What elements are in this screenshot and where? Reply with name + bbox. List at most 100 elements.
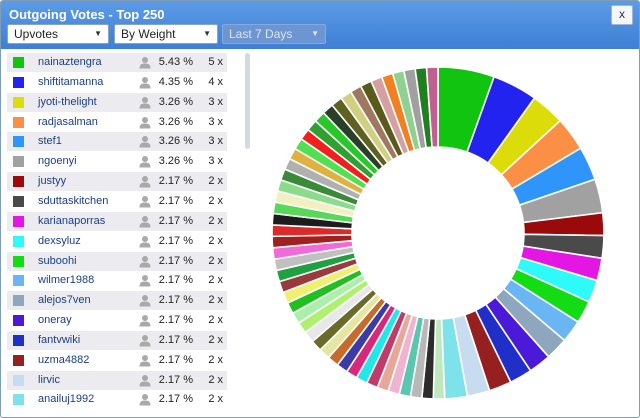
list-item[interactable]: lirvic 2.17 % 2 x	[7, 370, 227, 390]
vote-percent: 2.17 %	[158, 194, 193, 207]
color-swatch	[13, 315, 24, 327]
list-item[interactable]: radjasalman 3.26 % 3 x	[7, 113, 227, 132]
user-icon[interactable]	[139, 354, 151, 367]
list-item[interactable]: ngoenyi 3.26 % 3 x	[7, 152, 227, 171]
color-swatch	[13, 116, 24, 128]
vote-percent: 3.26 %	[158, 95, 193, 108]
list-item[interactable]: jyoti-thelight 3.26 % 3 x	[7, 92, 227, 112]
voter-name-link[interactable]: wilmer1988	[38, 274, 94, 286]
vote-percent: 2.17 %	[158, 373, 193, 386]
user-icon[interactable]	[139, 215, 151, 228]
voter-name-link[interactable]: stef1	[38, 135, 62, 147]
voter-name-link[interactable]: sduttaskitchen	[38, 195, 108, 207]
voter-name-link[interactable]: radjasalman	[38, 116, 98, 128]
sort-select[interactable]: By Weight ▼	[114, 24, 218, 44]
vote-count: 4 x	[208, 75, 223, 88]
vote-count: 2 x	[208, 274, 223, 287]
list-item[interactable]: oneray 2.17 % 2 x	[7, 311, 227, 330]
vote-percent: 2.17 %	[158, 294, 193, 307]
list-item[interactable]: wilmer1988 2.17 % 2 x	[7, 271, 227, 290]
user-icon[interactable]	[139, 274, 151, 287]
user-icon[interactable]	[139, 76, 151, 89]
user-icon[interactable]	[139, 314, 151, 327]
list-item[interactable]: fantvwiki 2.17 % 2 x	[7, 330, 227, 350]
voter-name-link[interactable]: uzma4882	[38, 354, 89, 366]
vote-percent: 3.26 %	[158, 115, 193, 128]
list-item[interactable]: stef1 3.26 % 3 x	[7, 132, 227, 152]
votes-donut-chart	[253, 53, 633, 413]
user-icon[interactable]	[139, 235, 151, 248]
donut-svg	[271, 66, 605, 400]
color-swatch	[13, 255, 24, 267]
vote-count: 3 x	[208, 95, 223, 108]
vote-type-select[interactable]: Upvotes ▼	[7, 24, 109, 44]
user-icon[interactable]	[139, 116, 151, 129]
voter-name-link[interactable]: nainaztengra	[38, 56, 102, 68]
list-item[interactable]: justyy 2.17 % 2 x	[7, 172, 227, 192]
user-icon[interactable]	[139, 155, 151, 168]
color-swatch	[13, 156, 24, 168]
color-swatch	[13, 334, 24, 346]
vote-count: 2 x	[208, 373, 223, 386]
color-swatch	[13, 235, 24, 247]
voter-name-link[interactable]: lirvic	[38, 374, 60, 386]
list-item[interactable]: karianaporras 2.17 % 2 x	[7, 211, 227, 231]
list-scrollbar[interactable]	[245, 53, 250, 149]
vote-percent: 5.43 %	[158, 56, 193, 68]
period-select[interactable]: Last 7 Days ▼	[222, 24, 326, 44]
list-item[interactable]: sduttaskitchen 2.17 % 2 x	[7, 192, 227, 211]
vote-percent: 4.35 %	[158, 75, 193, 88]
voter-name-link[interactable]: alejos7ven	[38, 294, 91, 306]
vote-percent: 2.17 %	[158, 254, 193, 267]
list-item[interactable]: dexsyluz 2.17 % 2 x	[7, 232, 227, 251]
voter-name-link[interactable]: jyoti-thelight	[38, 96, 97, 108]
list-item[interactable]: nainaztengra 5.43 % 5 x	[7, 53, 227, 72]
voter-name-link[interactable]: oneray	[38, 314, 72, 326]
user-icon[interactable]	[139, 175, 151, 188]
user-icon[interactable]	[139, 294, 151, 307]
color-swatch	[13, 295, 24, 307]
user-icon[interactable]	[139, 334, 151, 347]
list-item[interactable]: anailuj1992 2.17 % 2 x	[7, 390, 227, 409]
close-button[interactable]: x	[611, 5, 633, 25]
voter-name-link[interactable]: suboohi	[38, 255, 77, 267]
list-item[interactable]: shiftitamanna 4.35 % 4 x	[7, 73, 227, 92]
color-swatch	[13, 215, 24, 227]
user-icon[interactable]	[139, 255, 151, 268]
color-swatch	[13, 374, 24, 386]
title-bar: Outgoing Votes - Top 250 x Upvotes ▼ By …	[1, 1, 639, 49]
period-value: Last 7 Days	[229, 27, 293, 41]
vote-percent: 2.17 %	[158, 175, 193, 188]
voter-name-link[interactable]: anailuj1992	[38, 393, 94, 405]
user-icon[interactable]	[139, 374, 151, 387]
vote-count: 3 x	[208, 115, 223, 128]
user-icon[interactable]	[139, 195, 151, 208]
color-swatch	[13, 195, 24, 207]
dialog-title: Outgoing Votes - Top 250	[9, 7, 165, 22]
chevron-down-icon: ▼	[311, 29, 319, 38]
voter-name-link[interactable]: shiftitamanna	[38, 76, 103, 88]
votes-dialog: Outgoing Votes - Top 250 x Upvotes ▼ By …	[0, 0, 640, 418]
vote-count: 2 x	[208, 194, 223, 207]
voter-name-link[interactable]: dexsyluz	[38, 235, 81, 247]
vote-count: 2 x	[208, 294, 223, 307]
list-item[interactable]: suboohi 2.17 % 2 x	[7, 251, 227, 271]
voter-name-link[interactable]: ngoenyi	[38, 155, 77, 167]
sort-value: By Weight	[121, 27, 176, 41]
user-icon[interactable]	[139, 96, 151, 109]
voter-name-link[interactable]: fantvwiki	[38, 334, 80, 346]
voter-name-link[interactable]: justyy	[38, 175, 66, 187]
vote-count: 2 x	[208, 333, 223, 346]
vote-count: 3 x	[208, 135, 223, 148]
user-icon[interactable]	[139, 56, 151, 69]
vote-percent: 2.17 %	[158, 353, 193, 366]
color-swatch	[13, 176, 24, 188]
voter-name-link[interactable]: karianaporras	[38, 215, 105, 227]
color-swatch	[13, 136, 24, 148]
vote-count: 2 x	[208, 175, 223, 188]
vote-type-value: Upvotes	[14, 27, 59, 41]
user-icon[interactable]	[139, 135, 151, 148]
list-item[interactable]: uzma4882 2.17 % 2 x	[7, 351, 227, 370]
user-icon[interactable]	[139, 393, 151, 406]
list-item[interactable]: alejos7ven 2.17 % 2 x	[7, 291, 227, 311]
